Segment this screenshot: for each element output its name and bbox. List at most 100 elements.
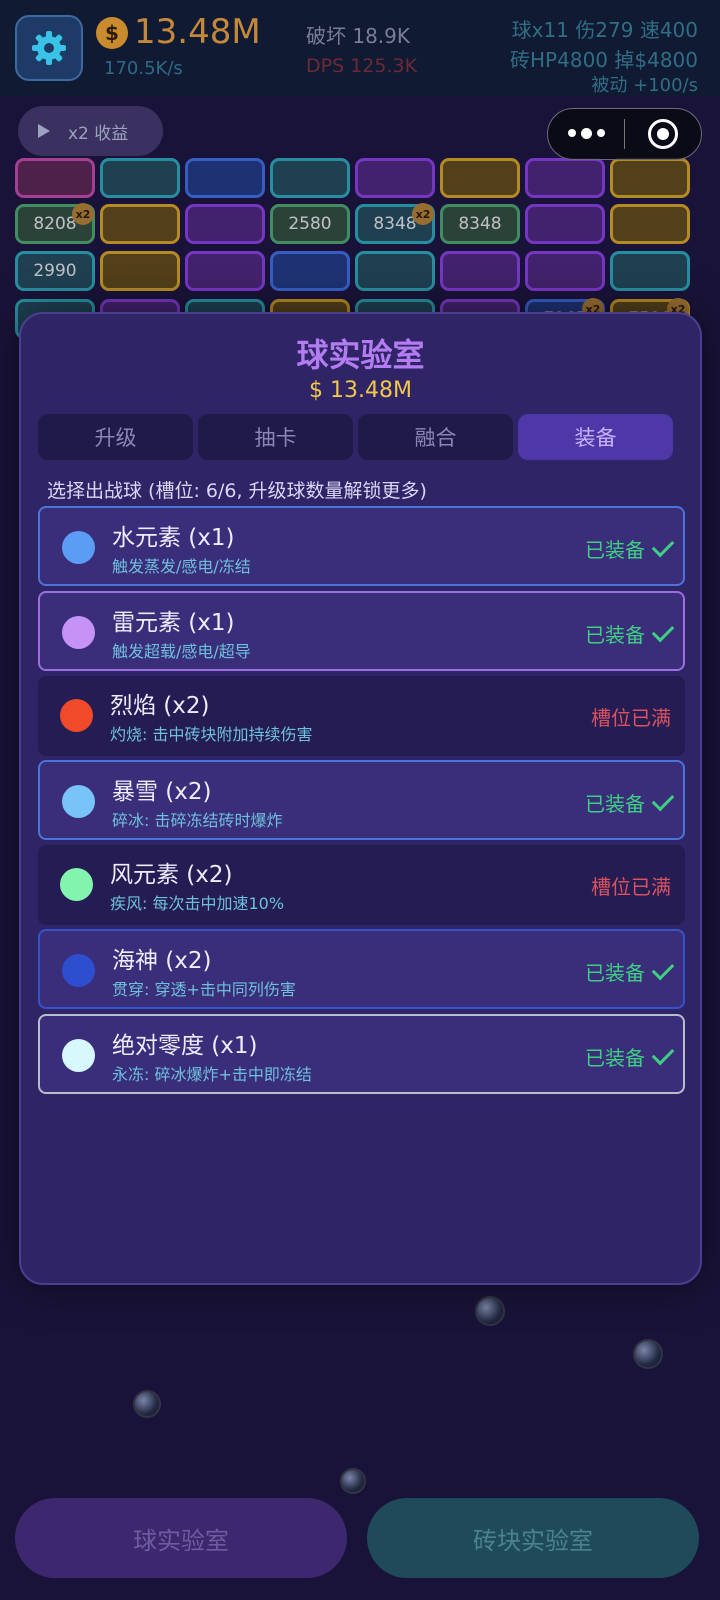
ball-color-dot [62, 1039, 95, 1072]
brick [440, 251, 520, 291]
ball-status-label: 已装备 [585, 961, 645, 985]
top-hud: $ 13.48M 170.5K/s 破坏 18.9K DPS 125.3K 球x… [0, 0, 720, 96]
modal-title: 球实验室 [296, 336, 425, 374]
brick [185, 251, 265, 291]
multiplier-badge: x2 [412, 203, 434, 225]
ball-status: 已装备 [585, 788, 675, 817]
brick: 8208 x2 [15, 203, 95, 244]
brick [525, 251, 605, 291]
close-miniprogram-icon[interactable] [625, 119, 701, 149]
brick [525, 204, 605, 244]
brick: 2990 [15, 251, 95, 291]
miniprogram-capsule [547, 108, 702, 160]
ball-name: 绝对零度 (x1) [112, 1033, 258, 1059]
brick [440, 158, 520, 198]
ball-color-dot [62, 954, 95, 987]
brick-lab-button[interactable]: 砖块实验室 [367, 1498, 699, 1578]
brick-hp: 2990 [33, 261, 77, 281]
brick-hp: 8348 [458, 214, 502, 234]
ball-row[interactable]: 风元素 (x2) 疾风: 每次击中加速10% 槽位已满 [38, 845, 685, 925]
brick [355, 251, 435, 291]
brick [100, 158, 180, 198]
ball-name: 海神 (x2) [112, 948, 212, 974]
brick [185, 204, 265, 244]
x2-income-button[interactable]: x2 收益 [18, 106, 163, 156]
ball-description: 灼烧: 击中砖块附加持续伤害 [110, 725, 313, 744]
brick [355, 158, 435, 198]
ball-color-dot [62, 531, 95, 564]
dps-display: DPS 125.3K [306, 55, 418, 77]
ball-description: 贯穿: 穿透+击中同列伤害 [112, 980, 296, 999]
brick [270, 251, 350, 291]
coin-icon: $ [96, 17, 128, 49]
ball-status: 已装备 [585, 619, 675, 648]
ball-status-label: 槽位已满 [591, 875, 671, 899]
ball-description: 触发超载/感电/超导 [112, 642, 251, 661]
brick [15, 158, 95, 198]
ball-color-dot [60, 699, 93, 732]
brick-hp: 2580 [288, 214, 332, 234]
slot-info: 选择出战球 (槽位: 6/6, 升级球数量解锁更多) [47, 480, 427, 502]
ball-orb [133, 1390, 161, 1418]
brick: 8348 [440, 204, 520, 244]
settings-button[interactable] [15, 15, 83, 81]
check-icon [651, 534, 675, 557]
brick [270, 158, 350, 198]
check-icon [651, 788, 675, 811]
ball-orb [475, 1296, 505, 1326]
brick [525, 158, 605, 198]
brick [185, 158, 265, 198]
ball-status-label: 槽位已满 [591, 706, 671, 730]
check-icon [651, 1042, 675, 1065]
ball-lab-button[interactable]: 球实验室 [15, 1498, 347, 1578]
ball-row[interactable]: 绝对零度 (x1) 永冻: 碎冰爆炸+击中即冻结 已装备 [38, 1014, 685, 1094]
brick: 2580 [270, 204, 350, 244]
ball-description: 触发蒸发/感电/冻结 [112, 557, 251, 576]
ball-stats: 球x11 伤279 速400 [511, 18, 698, 42]
money-display: 13.48M [134, 12, 261, 52]
brick [100, 251, 180, 291]
ball-status: 已装备 [585, 1042, 675, 1071]
tab-draw-card[interactable]: 抽卡 [198, 414, 353, 460]
brick [610, 158, 690, 198]
brick-hp: 8208 [33, 214, 77, 234]
gear-icon [32, 31, 66, 65]
ball-row[interactable]: 烈焰 (x2) 灼烧: 击中砖块附加持续伤害 槽位已满 [38, 676, 685, 756]
brick: 8348 x2 [355, 203, 435, 244]
destroy-count: 破坏 18.9K [306, 24, 411, 48]
x2-income-label: x2 收益 [68, 123, 129, 144]
ball-color-dot [62, 616, 95, 649]
brick [610, 251, 690, 291]
multiplier-badge: x2 [72, 203, 94, 225]
ball-name: 水元素 (x1) [112, 525, 235, 551]
tab-upgrade[interactable]: 升级 [38, 414, 193, 460]
ball-name: 雷元素 (x1) [112, 610, 235, 636]
ball-status: 槽位已满 [591, 871, 671, 900]
ball-status-label: 已装备 [585, 623, 645, 647]
ball-description: 碎冰: 击碎冻结砖时爆炸 [112, 811, 283, 830]
ball-status: 已装备 [585, 534, 675, 563]
income-rate: 170.5K/s [104, 58, 183, 79]
modal-money: $ 13.48M [309, 378, 412, 403]
ball-name: 风元素 (x2) [110, 862, 233, 888]
ball-description: 疾风: 每次击中加速10% [110, 894, 285, 913]
ball-name: 烈焰 (x2) [110, 693, 210, 719]
ball-name: 暴雪 (x2) [112, 779, 212, 805]
tab-equip[interactable]: 装备 [518, 414, 673, 460]
brick [610, 204, 690, 244]
passive-income: 被动 +100/s [591, 75, 698, 96]
ball-orb [340, 1468, 366, 1494]
ball-row[interactable]: 海神 (x2) 贯穿: 穿透+击中同列伤害 已装备 [38, 929, 685, 1009]
ball-row[interactable]: 雷元素 (x1) 触发超载/感电/超导 已装备 [38, 591, 685, 671]
tab-fusion[interactable]: 融合 [358, 414, 513, 460]
ball-row[interactable]: 水元素 (x1) 触发蒸发/感电/冻结 已装备 [38, 506, 685, 586]
more-menu-icon[interactable] [548, 128, 624, 139]
ball-status-label: 已装备 [585, 1046, 645, 1070]
ball-status-label: 已装备 [585, 538, 645, 562]
play-icon [38, 124, 50, 138]
check-icon [651, 619, 675, 642]
check-icon [651, 957, 675, 980]
ball-lab-modal: 球实验室 $ 13.48M 升级 抽卡 融合 装备 选择出战球 (槽位: 6/6… [19, 312, 702, 1285]
ball-row[interactable]: 暴雪 (x2) 碎冰: 击碎冻结砖时爆炸 已装备 [38, 760, 685, 840]
ball-status: 槽位已满 [591, 702, 671, 731]
